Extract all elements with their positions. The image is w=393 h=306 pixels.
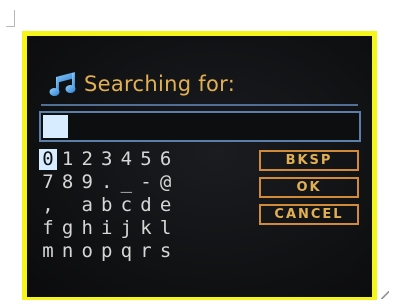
backspace-button[interactable]: BKSP [259,150,359,171]
key-0[interactable]: 0 [39,149,57,170]
key-e[interactable]: e [157,195,175,216]
key-9[interactable]: 9 [78,172,96,193]
highlight-frame: Searching for: 0 1 2 3 4 5 6 7 8 9 . _ -… [22,31,377,300]
key-f[interactable]: f [39,218,57,239]
key-d[interactable]: d [137,195,155,216]
cancel-button[interactable]: CANCEL [259,204,359,225]
key-1[interactable]: 1 [59,149,77,170]
keyboard-row: , a b c d e [39,194,176,217]
key-2[interactable]: 2 [78,149,96,170]
key-p[interactable]: p [98,241,116,262]
header-divider [41,104,358,106]
key-space[interactable] [59,195,77,216]
key-period[interactable]: . [98,172,116,193]
text-cursor [43,115,68,138]
keyboard-row: m n o p q r s [39,240,176,263]
key-a[interactable]: a [78,195,96,216]
key-s[interactable]: s [157,241,175,262]
key-n[interactable]: n [59,241,77,262]
key-3[interactable]: 3 [98,149,116,170]
key-hyphen[interactable]: - [137,172,155,193]
key-h[interactable]: h [78,218,96,239]
keyboard-row: 0 1 2 3 4 5 6 [39,148,176,171]
key-8[interactable]: 8 [59,172,77,193]
key-m[interactable]: m [39,241,57,262]
key-o[interactable]: o [78,241,96,262]
key-at[interactable]: @ [157,172,175,193]
key-6[interactable]: 6 [157,149,175,170]
key-g[interactable]: g [59,218,77,239]
key-7[interactable]: 7 [39,172,57,193]
keyboard-row: f g h i j k l [39,217,176,240]
character-keyboard: 0 1 2 3 4 5 6 7 8 9 . _ - @ , a b c d e … [39,148,176,263]
function-keys: BKSP OK CANCEL [259,150,359,231]
key-k[interactable]: k [137,218,155,239]
key-l[interactable]: l [157,218,175,239]
music-note-icon [49,72,76,96]
resize-grip-icon[interactable] [381,291,389,299]
key-underscore[interactable]: _ [117,172,135,193]
key-c[interactable]: c [117,195,135,216]
key-j[interactable]: j [117,218,135,239]
key-5[interactable]: 5 [137,149,155,170]
key-r[interactable]: r [137,241,155,262]
key-comma[interactable]: , [39,195,57,216]
key-b[interactable]: b [98,195,116,216]
key-4[interactable]: 4 [117,149,135,170]
key-q[interactable]: q [117,241,135,262]
ok-button[interactable]: OK [259,177,359,198]
dialog-header: Searching for: [47,66,235,102]
keyboard-row: 7 8 9 . _ - @ [39,171,176,194]
dialog-title: Searching for: [84,72,236,96]
document-corner-mark [6,10,15,27]
radio-display-screen: Searching for: 0 1 2 3 4 5 6 7 8 9 . _ -… [27,36,372,297]
key-i[interactable]: i [98,218,116,239]
search-input[interactable] [39,111,361,142]
